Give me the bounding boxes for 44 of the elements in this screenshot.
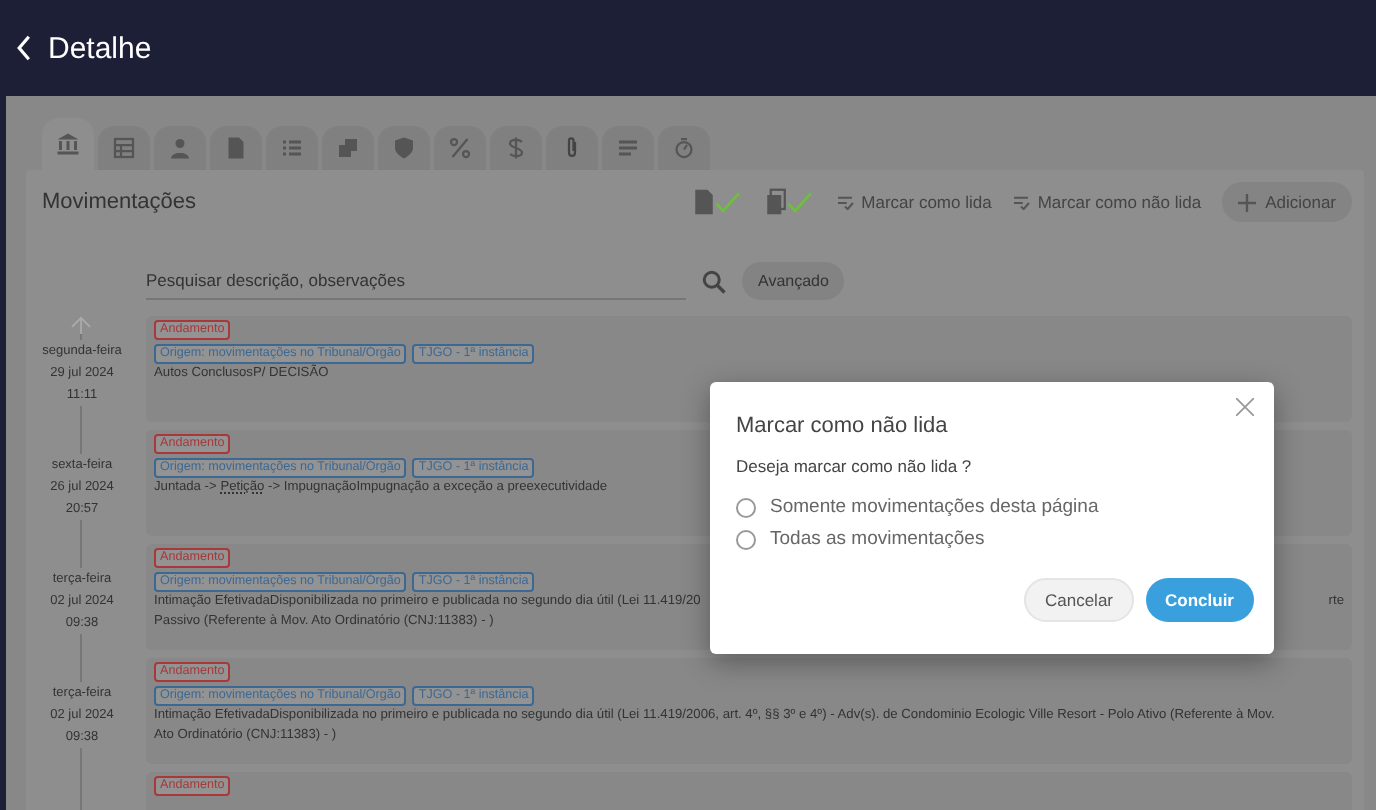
radio-option[interactable]: Somente movimentações desta página: [736, 496, 1099, 518]
tab[interactable]: [98, 126, 150, 170]
tab[interactable]: [490, 126, 542, 170]
person-icon: [168, 136, 192, 160]
tab[interactable]: [42, 118, 94, 170]
bank-icon: [56, 132, 80, 156]
add-button[interactable]: Adicionar: [1221, 182, 1352, 222]
shield-icon: [392, 136, 416, 160]
dialog-title: Marcar como não lida: [736, 414, 948, 438]
lines-icon: [616, 136, 640, 160]
document-check-icon[interactable]: [691, 188, 744, 216]
checklist-icon: [1011, 195, 1030, 209]
table-icon: [112, 136, 136, 160]
tab[interactable]: [322, 126, 374, 170]
cancel-button[interactable]: Cancelar: [1024, 578, 1134, 622]
tab[interactable]: [210, 126, 262, 170]
document-icon: [224, 136, 248, 160]
checklist-icon: [835, 195, 854, 209]
tab[interactable]: [602, 126, 654, 170]
percent-icon: [448, 136, 472, 160]
stack-icon: [336, 136, 360, 160]
advanced-button[interactable]: Avançado: [742, 262, 845, 300]
page-title: Detalhe: [48, 31, 152, 65]
confirm-button[interactable]: Concluir: [1145, 578, 1254, 622]
close-icon[interactable]: [1236, 398, 1254, 416]
timer-icon: [672, 136, 696, 160]
documents-check-icon[interactable]: [763, 188, 816, 216]
back-icon[interactable]: [16, 34, 32, 62]
dialog-question: Deseja marcar como não lida ?: [736, 456, 974, 476]
tab[interactable]: [434, 126, 486, 170]
section-title: Movimentações: [42, 190, 197, 214]
search-icon[interactable]: [702, 269, 726, 293]
plus-icon: [1237, 193, 1256, 211]
tab[interactable]: [378, 126, 430, 170]
tab[interactable]: [658, 126, 710, 170]
dollar-icon: [504, 136, 528, 160]
search-field[interactable]: Pesquisar descrição, observações: [146, 262, 686, 300]
list-icon: [280, 136, 304, 160]
tab[interactable]: [154, 126, 206, 170]
tab[interactable]: [266, 126, 318, 170]
mark-button[interactable]: Marcar como não lida: [1011, 192, 1202, 212]
radio-option[interactable]: Todas as movimentações: [736, 528, 985, 550]
tab[interactable]: [546, 126, 598, 170]
mark-button[interactable]: Marcar como lida: [835, 192, 992, 212]
